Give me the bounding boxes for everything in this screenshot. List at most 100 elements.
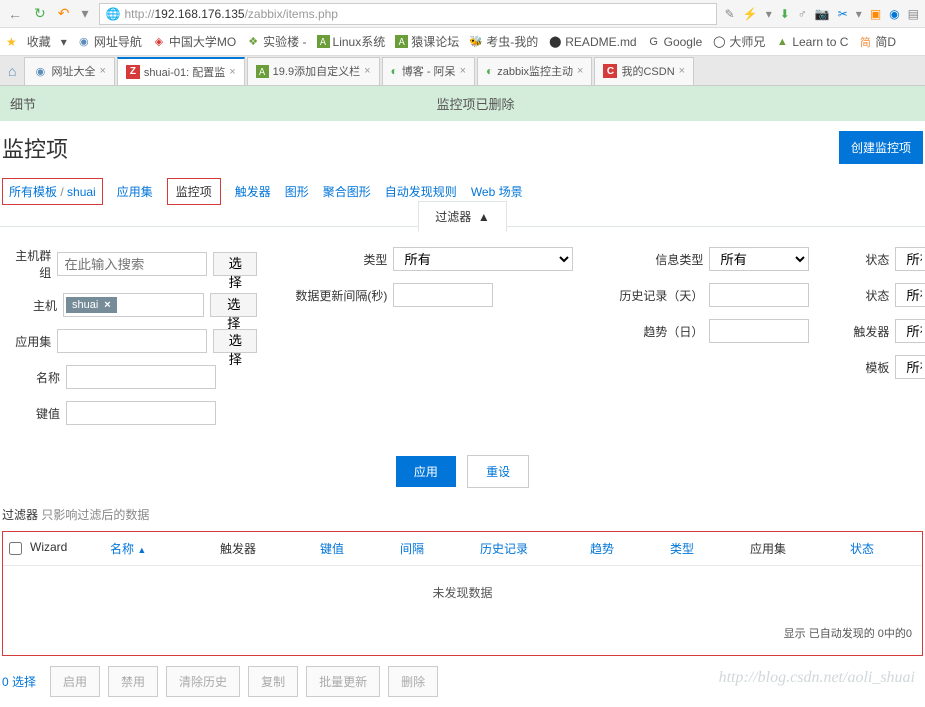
host-select-button[interactable]: 选择 xyxy=(210,293,257,317)
hostgroup-input[interactable] xyxy=(57,252,207,276)
col-interval[interactable]: 间隔 xyxy=(400,540,480,557)
close-icon[interactable]: × xyxy=(364,65,370,77)
bookmark-item[interactable]: Ａ猿课论坛 xyxy=(395,33,459,50)
delete-button[interactable]: 删除 xyxy=(388,666,438,697)
home-tab-icon[interactable]: ⌂ xyxy=(0,63,24,79)
clear-history-button[interactable]: 清除历史 xyxy=(166,666,240,697)
label-hostgroup: 主机群组 xyxy=(10,247,51,281)
update-interval-input[interactable] xyxy=(393,283,493,307)
reset-button[interactable]: 重设 xyxy=(467,455,529,488)
bookmark-item[interactable]: ◉网址导航 xyxy=(77,33,142,50)
scissors-icon[interactable]: ✂ xyxy=(838,7,848,21)
dropdown2-icon[interactable]: ▾ xyxy=(856,7,862,21)
star-icon[interactable]: ★ xyxy=(6,35,17,49)
trend-input[interactable] xyxy=(709,319,809,343)
tab-active[interactable]: Zshuai-01: 配置监× xyxy=(117,57,245,85)
appset-select-button[interactable]: 选择 xyxy=(213,329,257,353)
bookmark-item[interactable]: ▲Learn to C xyxy=(775,35,848,49)
bookmark-item[interactable]: ◈中国大学MO xyxy=(152,33,236,50)
disable-button[interactable]: 禁用 xyxy=(108,666,158,697)
nav-graphs[interactable]: 图形 xyxy=(285,183,309,200)
refresh-icon[interactable]: ↻ xyxy=(32,5,48,22)
type-select[interactable]: 所有 xyxy=(393,247,573,271)
col-apps: 应用集 xyxy=(750,540,850,557)
bookmark-item[interactable]: ⬤README.md xyxy=(548,35,636,49)
filter-note: 过滤器 只影响过滤后的数据 xyxy=(0,498,925,531)
status-select[interactable]: 所有 xyxy=(895,283,925,307)
bookmark-item[interactable]: GGoogle xyxy=(647,35,703,49)
close-icon[interactable]: × xyxy=(229,66,235,78)
tab[interactable]: ◐博客 - 阿呆× xyxy=(382,57,475,85)
download-icon[interactable]: ⬇ xyxy=(780,7,790,21)
select-all-checkbox[interactable] xyxy=(9,540,22,557)
site-icon: 🐝 xyxy=(469,35,483,49)
template-select[interactable]: 所有 xyxy=(895,355,925,379)
col-trend[interactable]: 趋势 xyxy=(590,540,670,557)
flash-icon[interactable]: ⚡ xyxy=(743,7,758,21)
bookmark-item[interactable]: 简简D xyxy=(858,33,896,50)
url-path: /zabbix/items.php xyxy=(245,7,338,21)
filter-toggle[interactable]: 过滤器 ▲ xyxy=(418,201,507,232)
host-input[interactable]: shuai× xyxy=(63,293,204,317)
tab[interactable]: ◐zabbix监控主动× xyxy=(477,57,592,85)
copy-button[interactable]: 复制 xyxy=(248,666,298,697)
infotype-select[interactable]: 所有 xyxy=(709,247,809,271)
collapse-icon: ▲ xyxy=(478,210,490,224)
name-input[interactable] xyxy=(66,365,216,389)
triggers-select[interactable]: 所有 xyxy=(895,319,925,343)
state-select[interactable]: 所有 xyxy=(895,247,925,271)
bookmarks-label: 收藏 xyxy=(27,33,51,50)
globe-icon: 🌐 xyxy=(106,7,121,21)
camera-icon[interactable]: 📷 xyxy=(815,7,830,21)
ext3-icon[interactable]: ▤ xyxy=(908,7,919,21)
key-input[interactable] xyxy=(66,401,216,425)
nav-web[interactable]: Web 场景 xyxy=(471,183,523,200)
col-key[interactable]: 键值 xyxy=(320,540,400,557)
filter-note-text: 只影响过滤后的数据 xyxy=(41,508,149,522)
nav-discovery[interactable]: 自动发现规则 xyxy=(385,183,457,200)
col-name[interactable]: 名称 ▲ xyxy=(110,540,220,557)
close-icon[interactable]: × xyxy=(679,65,685,77)
edit-icon[interactable]: ✎ xyxy=(725,7,735,21)
breadcrumb-all-templates[interactable]: 所有模板 xyxy=(9,185,57,199)
col-history[interactable]: 历史记录 xyxy=(480,540,590,557)
close-icon[interactable]: × xyxy=(460,65,466,77)
page-title: 监控项 xyxy=(2,132,839,164)
dropdown-icon[interactable]: ▾ xyxy=(766,7,772,21)
bookmark-item[interactable]: ＡLinux系统 xyxy=(317,33,386,50)
nav-items-active[interactable]: 监控项 xyxy=(167,178,221,205)
bookmark-item[interactable]: 🐝考虫-我的 xyxy=(469,33,538,50)
tab[interactable]: Ａ19.9添加自定义栏× xyxy=(247,57,380,85)
create-item-button[interactable]: 创建监控项 xyxy=(839,131,923,164)
site-icon: ▲ xyxy=(775,35,789,49)
mass-update-button[interactable]: 批量更新 xyxy=(306,666,380,697)
apply-button[interactable]: 应用 xyxy=(396,456,456,487)
tab[interactable]: C我的CSDN× xyxy=(594,57,694,85)
chevron-icon[interactable]: ▾ xyxy=(61,35,67,49)
appset-input[interactable] xyxy=(57,329,207,353)
close-icon[interactable]: × xyxy=(99,65,105,77)
enable-button[interactable]: 启用 xyxy=(50,666,100,697)
bookmark-item[interactable]: ◯大师兄 xyxy=(712,33,765,50)
tab[interactable]: ◉网址大全× xyxy=(24,57,114,85)
address-bar[interactable]: 🌐 http:// 192.168.176.135 /zabbix/items.… xyxy=(99,3,717,25)
remove-tag-icon[interactable]: × xyxy=(104,299,110,311)
ext2-icon[interactable]: ◉ xyxy=(889,7,899,21)
bookmark-item[interactable]: ❖实验楼 - xyxy=(246,33,306,50)
col-type[interactable]: 类型 xyxy=(670,540,750,557)
history-input[interactable] xyxy=(709,283,809,307)
hostgroup-select-button[interactable]: 选择 xyxy=(213,252,257,276)
undo-icon[interactable]: ↶ xyxy=(56,5,72,22)
back-icon[interactable]: ← xyxy=(6,6,24,22)
close-icon[interactable]: × xyxy=(577,65,583,77)
chevron-down-icon[interactable]: ▾ xyxy=(79,5,90,22)
ext1-icon[interactable]: ▣ xyxy=(870,7,881,21)
share-icon[interactable]: ♂ xyxy=(798,7,807,21)
nav-apps[interactable]: 应用集 xyxy=(117,183,153,200)
nav-triggers[interactable]: 触发器 xyxy=(235,183,271,200)
breadcrumb-host[interactable]: shuai xyxy=(67,185,96,199)
banner-message: 监控项已删除 xyxy=(36,94,915,113)
col-status[interactable]: 状态 xyxy=(850,540,910,557)
nav-screens[interactable]: 聚合图形 xyxy=(323,183,371,200)
breadcrumb: 所有模板 / shuai xyxy=(2,178,103,205)
